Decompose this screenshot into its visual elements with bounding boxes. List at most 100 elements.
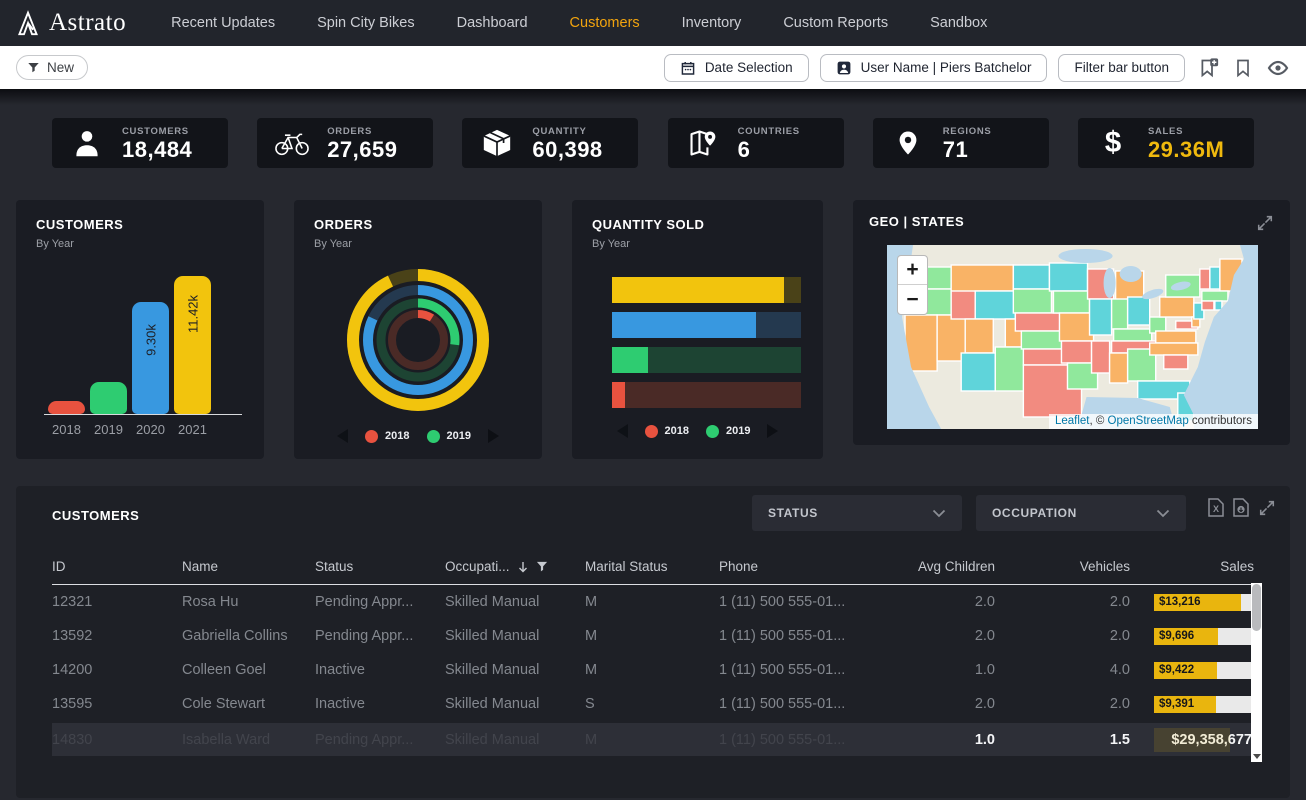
status-filter-dropdown[interactable]: STATUS — [752, 495, 962, 531]
legend-prev-arrow[interactable] — [617, 424, 628, 438]
zoom-in-button[interactable]: + — [898, 256, 927, 285]
bookmark-add-icon[interactable] — [1196, 56, 1220, 80]
zoom-out-button[interactable]: − — [898, 285, 927, 314]
choropleth-svg — [887, 245, 1258, 429]
cell-id: 13592 — [52, 628, 182, 644]
scrollbar-down-arrow[interactable] — [1253, 754, 1261, 759]
hbar-fill — [612, 382, 625, 408]
legend-next-arrow[interactable] — [488, 429, 499, 443]
chart-subtitle: By Year — [314, 238, 522, 250]
scrollbar-thumb[interactable] — [1252, 584, 1261, 631]
cell-id: 12321 — [52, 594, 182, 610]
cell-occupation: Skilled Manual — [445, 628, 585, 644]
hbar-2018[interactable] — [612, 382, 801, 408]
cell-marital: M — [585, 594, 719, 610]
x-axis-line — [44, 414, 242, 415]
chart-legend: 2018 2019 — [592, 424, 803, 438]
legend-item-2018[interactable]: 2018 — [645, 425, 689, 438]
bar-2021[interactable]: 11.42k — [174, 276, 211, 414]
table-row[interactable]: 14200Colleen GoelInactiveSkilled ManualM… — [52, 653, 1254, 687]
orders-donut-chart-card[interactable]: ORDERS By Year 20182019 — [294, 200, 542, 459]
table-scrollbar[interactable] — [1251, 583, 1262, 762]
legend-prev-arrow[interactable] — [337, 429, 348, 443]
table-body: 12321Rosa HuPending Appr...Skilled Manua… — [52, 585, 1254, 721]
kpi-value: 27,659 — [327, 139, 397, 161]
cell-children: 2.0 — [877, 628, 995, 644]
nav-item-sandbox[interactable]: Sandbox — [909, 0, 1008, 46]
filter-funnel-icon[interactable] — [536, 561, 548, 572]
svg-text:$: $ — [1105, 126, 1121, 159]
us-states-map[interactable]: + − Leaflet, © OpenStreetMap contributor… — [887, 245, 1258, 429]
legend-next-arrow[interactable] — [767, 424, 778, 438]
openstreetmap-link[interactable]: OpenStreetMap — [1108, 415, 1189, 427]
map-icon — [685, 127, 721, 159]
column-header-status[interactable]: Status — [315, 559, 445, 574]
calendar-icon — [680, 60, 696, 76]
customers-bar-chart-card[interactable]: CUSTOMERS By Year 9.30k11.42k 2018201920… — [16, 200, 264, 459]
expand-icon[interactable] — [1256, 214, 1274, 232]
leaflet-link[interactable]: Leaflet — [1055, 415, 1090, 427]
kpi-value: 71 — [943, 139, 992, 161]
date-selection-button[interactable]: Date Selection — [664, 54, 809, 82]
chart-title: CUSTOMERS — [36, 217, 244, 232]
table-row[interactable]: 12321Rosa HuPending Appr...Skilled Manua… — [52, 585, 1254, 619]
nav-item-customers[interactable]: Customers — [549, 0, 661, 46]
legend-dot — [365, 430, 378, 443]
ring-2018[interactable] — [392, 314, 444, 366]
hbar-2020[interactable] — [612, 312, 801, 338]
cell-sales: $9,696 — [1130, 628, 1254, 645]
legend-item-2019[interactable]: 2019 — [706, 425, 750, 438]
totals-sales: $29,358,677 — [1130, 732, 1254, 748]
expand-icon[interactable] — [1258, 499, 1276, 517]
user-name-button[interactable]: User Name | Piers Batchelor — [820, 54, 1048, 82]
column-header-phone[interactable]: Phone — [719, 559, 877, 574]
bicycle-icon — [274, 128, 310, 158]
column-header-occupation[interactable]: Occupati... — [445, 559, 585, 574]
charts-row: CUSTOMERS By Year 9.30k11.42k 2018201920… — [16, 200, 1290, 459]
cell-children: 2.0 — [877, 696, 995, 712]
bar-2018[interactable] — [48, 401, 85, 414]
nav-item-recent-updates[interactable]: Recent Updates — [150, 0, 296, 46]
nav-item-spin-city-bikes[interactable]: Spin City Bikes — [296, 0, 436, 46]
bar-2019[interactable] — [90, 382, 127, 414]
bar-value-label: 11.42k — [185, 295, 200, 333]
sort-desc-icon[interactable] — [518, 561, 528, 573]
funnel-icon — [27, 61, 40, 74]
column-header-avg-children[interactable]: Avg Children — [877, 559, 995, 574]
package-icon — [479, 127, 515, 159]
export-excel-icon[interactable]: X — [1208, 498, 1224, 517]
hbar-fill — [612, 277, 784, 303]
legend-item-2019[interactable]: 2019 — [427, 430, 471, 443]
occupation-filter-dropdown[interactable]: OCCUPATION — [976, 495, 1186, 531]
x-tick-label: 2018 — [48, 422, 85, 437]
bookmark-icon[interactable] — [1231, 56, 1255, 80]
x-tick-label: 2019 — [90, 422, 127, 437]
quantity-sold-chart-card[interactable]: QUANTITY SOLD By Year 20182019 — [572, 200, 823, 459]
eye-icon[interactable] — [1266, 56, 1290, 80]
table-row[interactable]: 13595Cole StewartInactiveSkilled ManualS… — [52, 687, 1254, 721]
hbar-2019[interactable] — [612, 347, 801, 373]
nav-item-inventory[interactable]: Inventory — [661, 0, 763, 46]
cell-occupation: Skilled Manual — [445, 662, 585, 678]
hbar-2021[interactable] — [612, 277, 801, 303]
cell-phone: 1 (11) 500 555-01... — [719, 628, 877, 644]
kpi-value: 29.36M — [1148, 139, 1224, 161]
bar-2020[interactable]: 9.30k — [132, 302, 169, 414]
nav-item-custom-reports[interactable]: Custom Reports — [762, 0, 909, 46]
column-header-id[interactable]: ID — [52, 559, 182, 574]
brand-logo[interactable]: Astrato — [16, 9, 126, 37]
table-row[interactable]: 13592Gabriella CollinsPending Appr...Ski… — [52, 619, 1254, 653]
filter-bar-button[interactable]: Filter bar button — [1058, 54, 1185, 82]
nav-item-dashboard[interactable]: Dashboard — [436, 0, 549, 46]
column-header-vehicles[interactable]: Vehicles — [995, 559, 1130, 574]
hbar-chart-plot[interactable] — [612, 277, 801, 408]
legend-item-2018[interactable]: 2018 — [365, 430, 409, 443]
column-header-marital-status[interactable]: Marital Status — [585, 559, 719, 574]
column-header-name[interactable]: Name — [182, 559, 315, 574]
new-filter-button[interactable]: New — [16, 55, 88, 80]
cell-id: 13595 — [52, 696, 182, 712]
donut-rings-plot[interactable] — [314, 264, 522, 416]
column-header-sales[interactable]: Sales — [1130, 559, 1254, 574]
export-data-icon[interactable] — [1233, 498, 1249, 517]
bar-chart-plot[interactable]: 9.30k 11.42k — [48, 276, 238, 414]
